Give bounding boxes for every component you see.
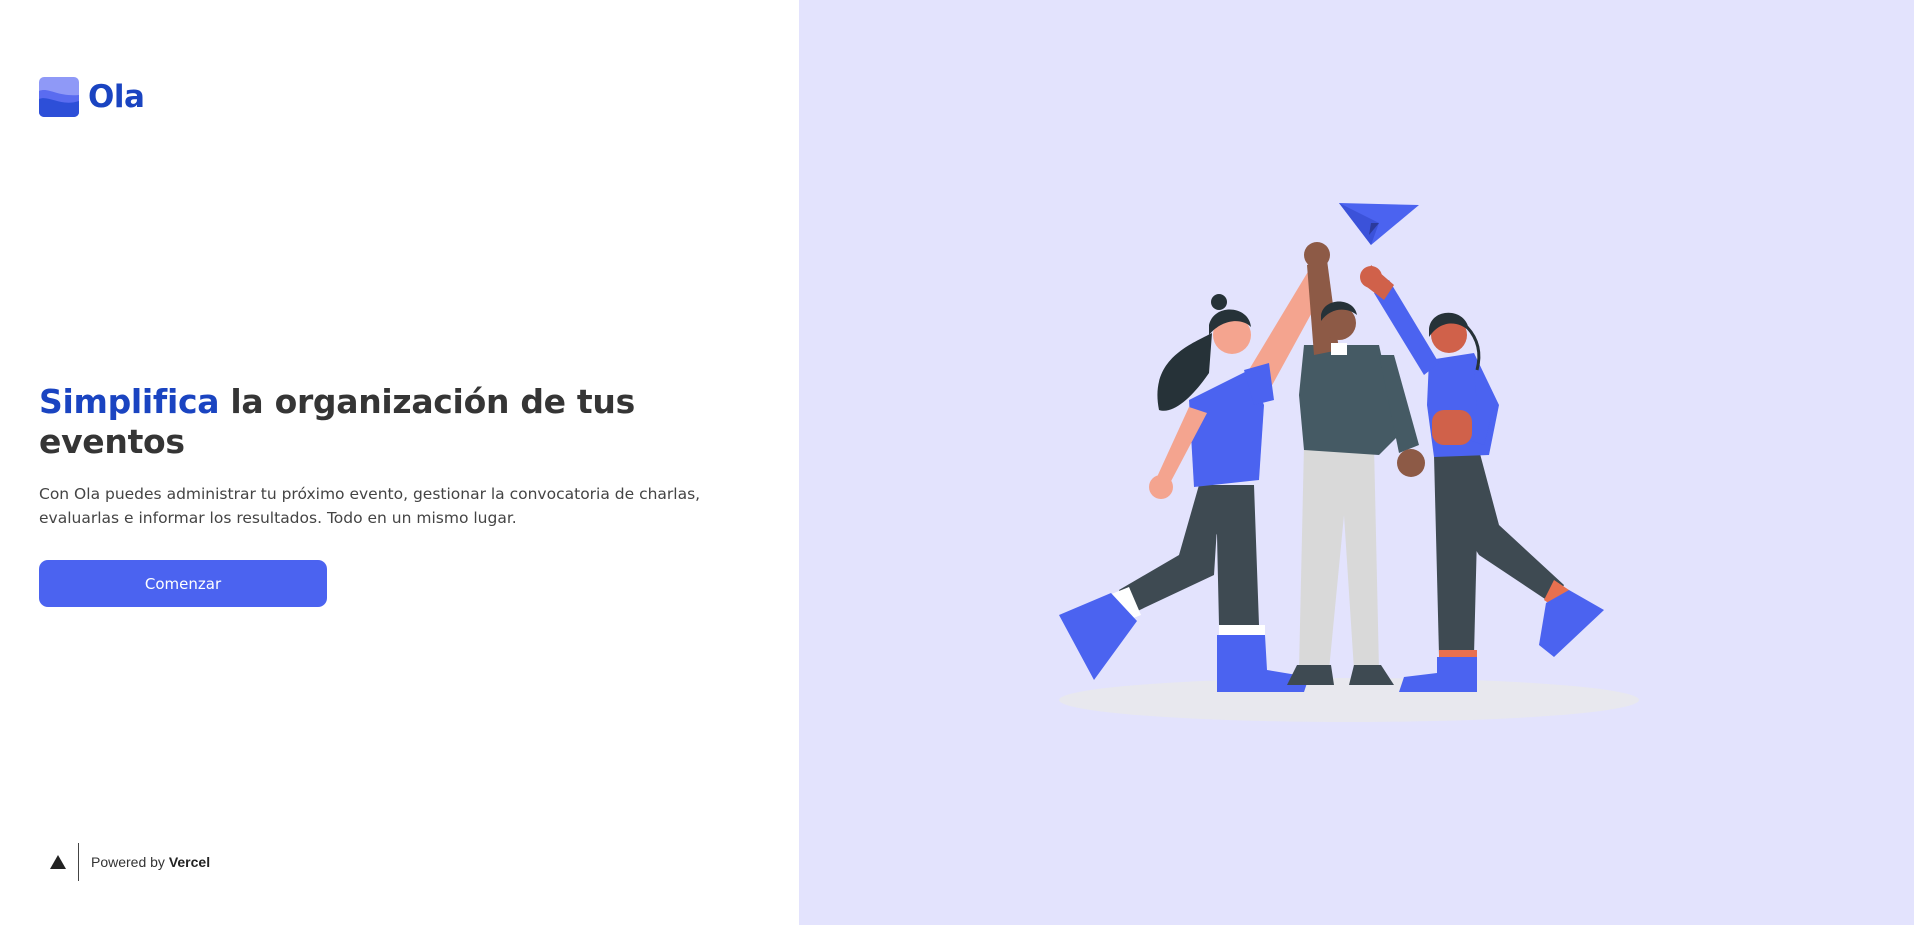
illustration-panel <box>799 0 1914 925</box>
brand-name: Ola <box>88 78 145 115</box>
headline-accent: Simplifica <box>39 382 220 421</box>
powered-brand: Vercel <box>168 854 211 870</box>
brand-logo[interactable]: Ola <box>39 77 145 117</box>
page-title: Simplifica la organización de tus evento… <box>39 382 759 462</box>
powered-by-footer[interactable]: Powered by Vercel <box>39 842 210 882</box>
left-panel: Ola Simplifica la organización de tus ev… <box>0 0 799 925</box>
powered-by-text: Powered by Vercel <box>91 854 210 870</box>
landing-page: Ola Simplifica la organización de tus ev… <box>0 0 1914 925</box>
start-button[interactable]: Comenzar <box>39 560 327 607</box>
hero-description: Con Ola puedes administrar tu próximo ev… <box>39 485 701 527</box>
person-left <box>1059 270 1327 692</box>
paper-plane-icon <box>1339 203 1419 245</box>
powered-prefix: Powered by <box>91 854 169 870</box>
vercel-triangle-icon <box>50 855 66 869</box>
team-high-five-illustration <box>1059 203 1639 722</box>
hero-section: Simplifica la organización de tus evento… <box>39 382 759 607</box>
wave-logo-icon <box>39 77 79 117</box>
person-right <box>1360 265 1604 692</box>
footer-divider <box>78 843 79 881</box>
